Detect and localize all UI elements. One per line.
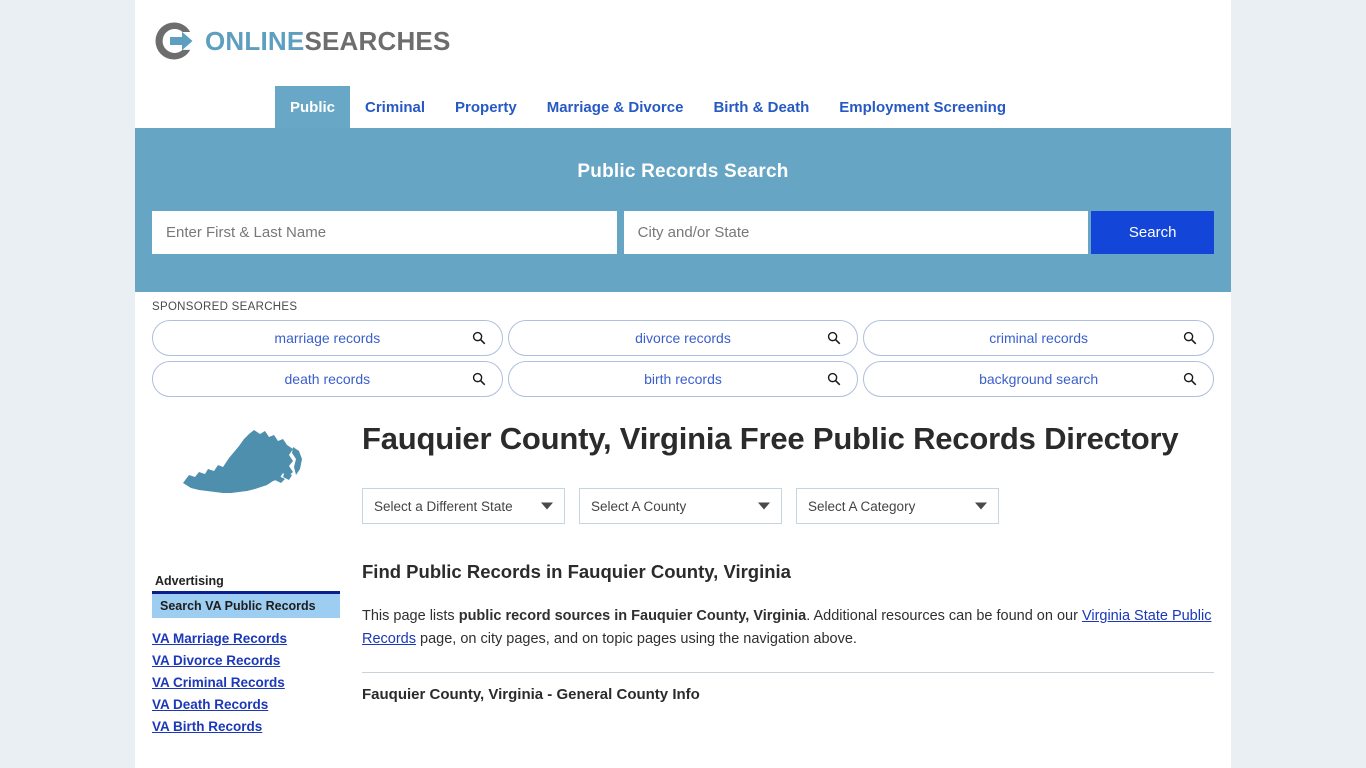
page-root: ONLINESEARCHES Public Criminal Property …	[0, 0, 1366, 768]
circle-arrow-logo-icon	[155, 22, 193, 60]
intro-part-2: . Additional resources can be found on o…	[806, 608, 1082, 625]
sponsored-pill-death-records[interactable]: death records	[152, 361, 503, 397]
select-state-value: Select a Different State	[374, 498, 513, 514]
sponsored-pill-birth-records[interactable]: birth records	[507, 361, 859, 397]
sponsored-pill-divorce-records[interactable]: divorce records	[507, 320, 859, 356]
left-sidebar: Advertising Search VA Public Records VA …	[152, 397, 340, 741]
ad-link-va-birth-records[interactable]: VA Birth Records	[152, 719, 340, 735]
logo-word-online: ONLINE	[205, 26, 305, 56]
main-column: Fauquier County, Virginia Free Public Re…	[340, 397, 1214, 741]
sponsored-pill-label: background search	[979, 371, 1099, 387]
site-logo[interactable]: ONLINESEARCHES	[152, 19, 451, 63]
banner-title: Public Records Search	[577, 161, 789, 182]
magnifier-icon	[1183, 331, 1197, 345]
content-shell: ONLINESEARCHES Public Criminal Property …	[135, 0, 1231, 768]
logo-wordmark: ONLINESEARCHES	[205, 28, 451, 54]
intro-paragraph: This page lists public record sources in…	[362, 605, 1214, 650]
ad-link-list: VA Marriage Records VA Divorce Records V…	[152, 631, 340, 735]
sponsored-pill-grid: marriage records divorce records crimina…	[152, 320, 1214, 397]
select-county-value: Select A County	[591, 498, 687, 514]
page-title: Fauquier County, Virginia Free Public Re…	[362, 421, 1179, 456]
search-form: Search	[152, 211, 1214, 254]
sponsored-pill-criminal-records[interactable]: criminal records	[863, 320, 1214, 356]
sponsored-pill-label: criminal records	[989, 330, 1089, 346]
tab-criminal[interactable]: Criminal	[350, 86, 440, 128]
magnifier-icon	[828, 331, 841, 345]
page-body: Advertising Search VA Public Records VA …	[135, 397, 1231, 742]
ad-link-va-divorce-records[interactable]: VA Divorce Records	[152, 653, 340, 669]
section-title: Find Public Records in Fauquier County, …	[362, 561, 791, 583]
intro-strong: public record sources in Fauquier County…	[458, 608, 807, 625]
intro-part-1: This page lists	[362, 608, 459, 625]
sponsored-pill-label: divorce records	[635, 330, 731, 346]
state-map-container	[152, 409, 340, 574]
sponsored-searches: SPONSORED SEARCHES marriage records divo…	[135, 292, 1231, 397]
magnifier-icon	[1183, 372, 1197, 386]
filter-select-row: Select a Different State Select A County…	[362, 488, 1214, 525]
ad-header-search-va-public-records[interactable]: Search VA Public Records	[152, 594, 340, 618]
subsection-title-general-county-info: Fauquier County, Virginia - General Coun…	[362, 686, 700, 704]
select-county-dropdown[interactable]: Select A County	[579, 488, 782, 525]
chevron-down-icon	[975, 502, 987, 510]
ad-link-va-death-records[interactable]: VA Death Records	[152, 697, 340, 713]
sponsored-pill-label: birth records	[644, 371, 722, 387]
ad-link-va-marriage-records[interactable]: VA Marriage Records	[152, 631, 340, 647]
tab-marriage-divorce[interactable]: Marriage & Divorce	[532, 86, 699, 128]
select-category-dropdown[interactable]: Select A Category	[796, 488, 999, 525]
ad-link-va-criminal-records[interactable]: VA Criminal Records	[152, 675, 340, 691]
search-name-input[interactable]	[152, 211, 617, 254]
magnifier-icon	[472, 331, 485, 345]
intro-part-3: page, on city pages, and on topic pages …	[416, 630, 857, 647]
chevron-down-icon	[541, 502, 553, 510]
sponsored-pill-marriage-records[interactable]: marriage records	[152, 320, 503, 356]
select-state-dropdown[interactable]: Select a Different State	[362, 488, 565, 525]
sponsored-pill-label: marriage records	[274, 330, 381, 346]
tab-birth-death[interactable]: Birth & Death	[698, 86, 824, 128]
advertising-label: Advertising	[155, 574, 224, 588]
tab-public[interactable]: Public	[275, 86, 351, 128]
magnifier-icon	[828, 372, 841, 386]
section-divider	[362, 672, 1214, 674]
magnifier-icon	[472, 372, 485, 386]
tab-employment-screening[interactable]: Employment Screening	[824, 86, 1021, 128]
sponsored-searches-label: SPONSORED SEARCHES	[152, 301, 298, 313]
virginia-state-map-icon	[183, 430, 302, 493]
logo-word-searches: SEARCHES	[304, 26, 451, 56]
public-records-search-banner: Public Records Search Search	[135, 128, 1231, 292]
site-header: ONLINESEARCHES	[135, 0, 1231, 86]
tab-property[interactable]: Property	[440, 86, 532, 128]
sponsored-pill-background-search[interactable]: background search	[863, 361, 1214, 397]
select-category-value: Select A Category	[808, 498, 916, 514]
main-navigation: Public Criminal Property Marriage & Divo…	[135, 86, 1231, 128]
sponsored-pill-label: death records	[284, 371, 371, 387]
chevron-down-icon	[758, 502, 770, 510]
search-submit-button[interactable]: Search	[1091, 211, 1214, 254]
search-location-input[interactable]	[623, 211, 1089, 254]
